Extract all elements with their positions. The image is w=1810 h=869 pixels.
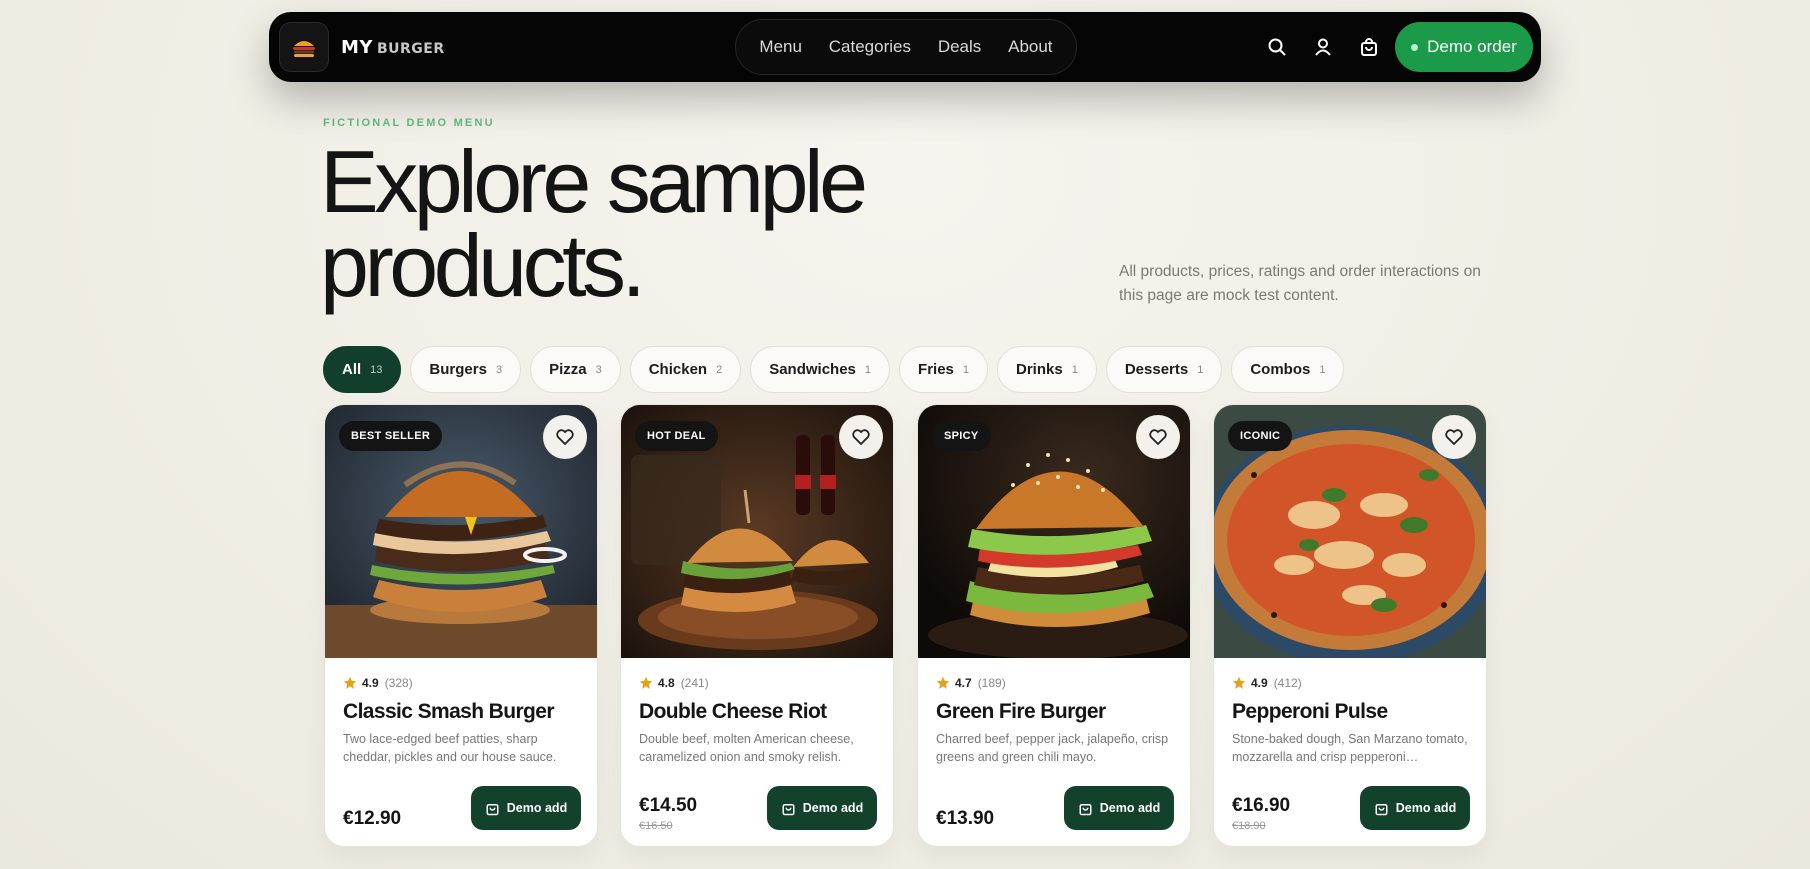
product-old-price: €18.90 — [1232, 820, 1266, 832]
user-icon[interactable] — [1311, 35, 1335, 59]
product-price: €14.50 — [639, 795, 698, 816]
star-icon — [936, 676, 950, 689]
chip-burgers[interactable]: Burgers 3 — [410, 346, 522, 393]
burger-logo-icon — [279, 22, 329, 72]
product-rating: 4.8 (241) — [639, 676, 875, 690]
rating-score: 4.9 — [1251, 676, 1268, 690]
heart-icon[interactable] — [1432, 415, 1476, 459]
status-dot — [1411, 43, 1419, 51]
price-block: €12.90 — [343, 808, 401, 830]
search-icon[interactable] — [1265, 35, 1289, 59]
bag-icon — [1375, 803, 1388, 815]
price-block: €16.90 €18.90 — [1232, 795, 1290, 832]
category-filter: All 13 Burgers 3 Pizza 3 Chicken 2 Sandwiche… — [323, 346, 1345, 393]
brand-name: MY BURGER — [341, 36, 445, 58]
product-rating: 4.9 (412) — [1232, 676, 1468, 690]
demo-add-button[interactable]: Demo add — [1360, 786, 1470, 830]
review-count: (189) — [977, 676, 1006, 690]
product-name[interactable]: Green Fire Burger — [936, 700, 1172, 724]
product-badge: SPICY — [932, 421, 991, 451]
bag-icon — [1079, 803, 1092, 815]
demo-add-label: Demo add — [1395, 801, 1457, 815]
chip-fries[interactable]: Fries 1 — [899, 346, 989, 393]
product-card[interactable]: BEST SELLER 4.9 (328) Classic Smash Burg… — [324, 404, 598, 847]
demo-add-button[interactable]: Demo add — [471, 786, 581, 830]
price-block: €14.50 €16.50 — [639, 795, 697, 832]
product-price: €13.90 — [936, 808, 995, 829]
top-navbar: MY BURGER Menu Categories Deals About Dem… — [269, 12, 1541, 82]
brand[interactable]: MY BURGER — [279, 22, 445, 72]
main-nav: Menu Categories Deals About — [735, 19, 1077, 75]
product-image-smash-burger: BEST SELLER — [325, 405, 597, 658]
demo-add-button[interactable]: Demo add — [767, 786, 877, 830]
bag-icon — [782, 803, 795, 815]
heart-icon[interactable] — [839, 415, 883, 459]
chip-drinks[interactable]: Drinks 1 — [997, 346, 1097, 393]
price-block: €13.90 — [936, 808, 994, 830]
rating-score: 4.7 — [955, 676, 972, 690]
demo-order-button[interactable]: Demo order — [1395, 22, 1533, 72]
product-description: Charred beef, pepper jack, jalapeño, cri… — [936, 732, 1169, 764]
demo-add-button[interactable]: Demo add — [1064, 786, 1174, 830]
review-count: (412) — [1273, 676, 1302, 690]
chip-desserts[interactable]: Desserts 1 — [1105, 346, 1223, 393]
demo-order-label: Demo order — [1427, 37, 1517, 56]
product-image-pepperoni-pizza: ICONIC — [1214, 405, 1486, 658]
chip-pizza[interactable]: Pizza 3 — [530, 346, 621, 393]
product-rating: 4.7 (189) — [936, 676, 1172, 690]
chip-combos[interactable]: Combos 1 — [1231, 346, 1345, 393]
product-badge: BEST SELLER — [339, 421, 443, 451]
product-description: Stone-baked dough, San Marzano tomato, m… — [1232, 732, 1468, 764]
heart-icon[interactable] — [1136, 415, 1180, 459]
product-card[interactable]: HOT DEAL 4.8 (241) Double Cheese Riot Do… — [620, 404, 894, 847]
bag-icon — [486, 803, 499, 815]
product-card[interactable]: SPICY 4.7 (189) Green Fire Burger Charre… — [917, 404, 1191, 847]
product-old-price: €16.50 — [639, 820, 673, 832]
star-icon — [1232, 676, 1246, 689]
product-badge: ICONIC — [1228, 421, 1293, 451]
product-description: Double beef, molten American cheese, car… — [639, 732, 854, 764]
demo-add-label: Demo add — [506, 801, 568, 815]
chip-chicken[interactable]: Chicken 2 — [629, 346, 742, 393]
title-line-2: products. — [320, 216, 646, 315]
rating-score: 4.9 — [362, 676, 379, 690]
demo-add-label: Demo add — [802, 801, 864, 815]
product-card[interactable]: ICONIC 4.9 (412) Pepperoni Pulse Stone-b… — [1213, 404, 1487, 847]
nav-link-menu[interactable]: Menu — [751, 31, 810, 63]
heart-icon[interactable] — [543, 415, 587, 459]
product-image-double-cheese: HOT DEAL — [621, 405, 893, 658]
nav-link-categories[interactable]: Categories — [821, 31, 919, 63]
product-price: €16.90 — [1232, 795, 1291, 816]
product-rating: 4.9 (328) — [343, 676, 579, 690]
product-name[interactable]: Double Cheese Riot — [639, 700, 875, 724]
nav-actions — [1265, 35, 1381, 59]
demo-add-label: Demo add — [1099, 801, 1161, 815]
cart-icon[interactable] — [1357, 35, 1381, 59]
product-badge: HOT DEAL — [635, 421, 718, 451]
product-name[interactable]: Classic Smash Burger — [343, 700, 579, 724]
hero-eyebrow: FICTIONAL DEMO MENU — [323, 117, 495, 129]
hero-description: All products, prices, ratings and order … — [1119, 263, 1481, 304]
star-icon — [343, 676, 357, 689]
chip-all[interactable]: All 13 — [323, 346, 402, 393]
product-name[interactable]: Pepperoni Pulse — [1232, 700, 1468, 724]
review-count: (328) — [384, 676, 413, 690]
review-count: (241) — [680, 676, 709, 690]
star-icon — [639, 676, 653, 689]
page-title: Explore sample products. — [320, 138, 940, 310]
product-image-green-fire: SPICY — [918, 405, 1190, 658]
rating-score: 4.8 — [658, 676, 675, 690]
chip-sandwiches[interactable]: Sandwiches 1 — [750, 346, 891, 393]
nav-link-about[interactable]: About — [1000, 31, 1060, 63]
product-price: €12.90 — [343, 808, 402, 829]
product-description: Two lace-edged beef patties, sharp chedd… — [343, 732, 557, 764]
nav-link-deals[interactable]: Deals — [930, 31, 989, 63]
